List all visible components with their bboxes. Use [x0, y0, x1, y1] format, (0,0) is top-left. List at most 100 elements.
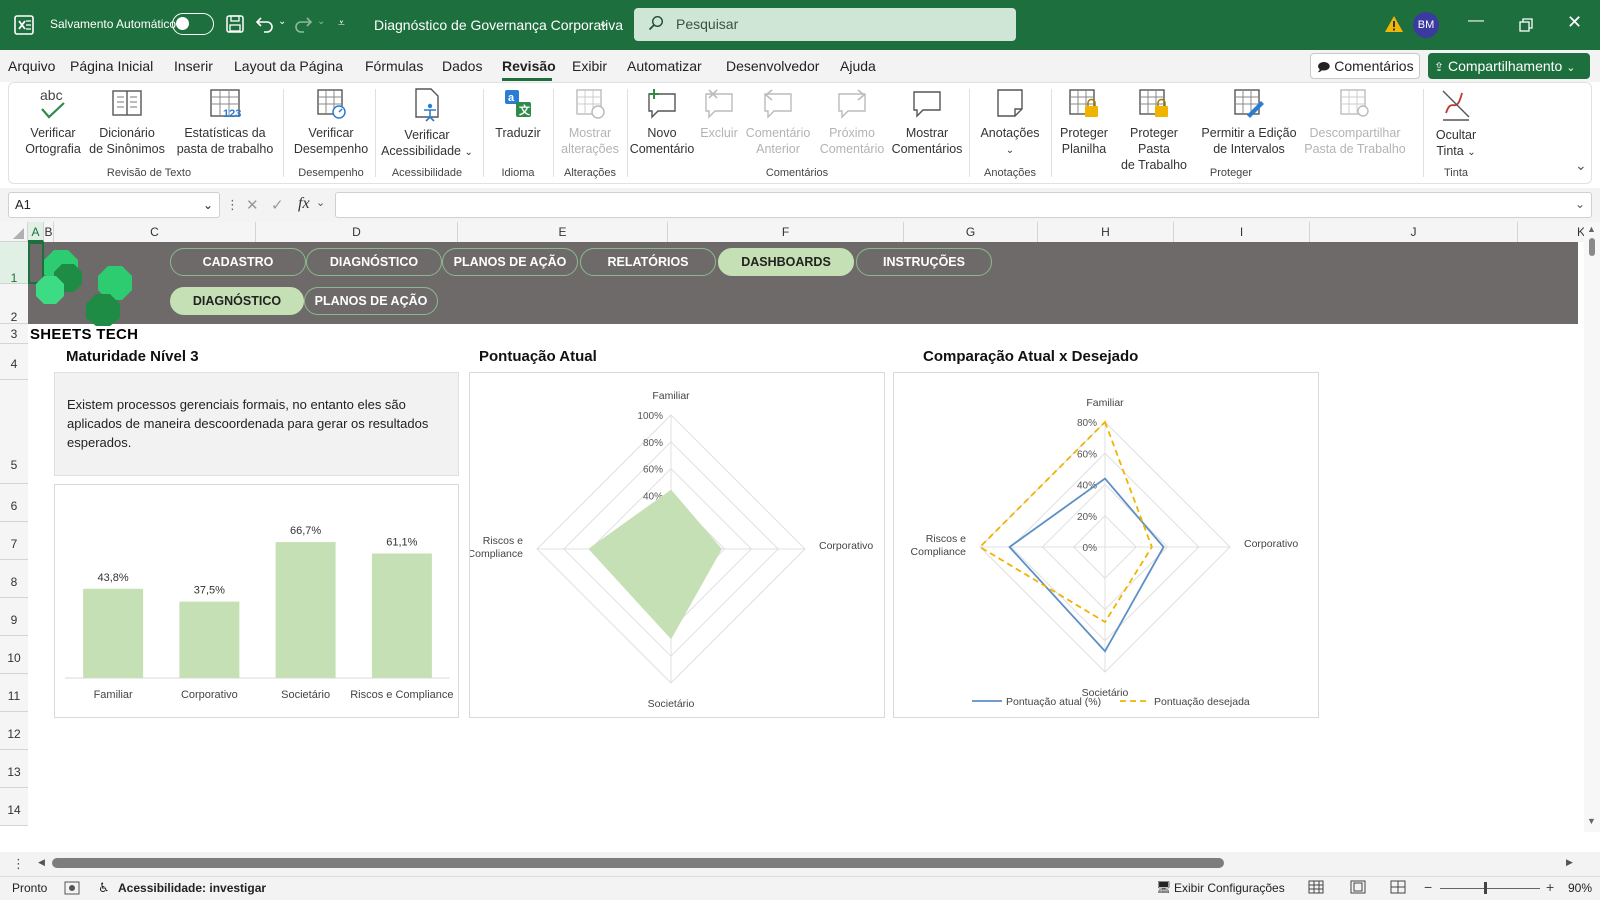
delete-comment-button[interactable]: Excluir — [697, 87, 741, 141]
name-box[interactable]: A1 ⌄ — [8, 192, 220, 218]
undo-dropdown-icon[interactable]: ⌄ — [278, 16, 286, 27]
formula-input[interactable]: ⌄ — [335, 192, 1592, 218]
column-header-b[interactable]: B — [44, 222, 54, 242]
page-break-view-icon[interactable] — [1390, 880, 1406, 897]
row-header-10[interactable]: 10 — [0, 636, 28, 674]
workbook-stats-button[interactable]: 123 Estatísticas da pasta de trabalho — [171, 87, 279, 157]
redo-dropdown-icon[interactable]: ⌄ — [317, 16, 325, 27]
accessibility-status[interactable]: Acessibilidade: investigar — [118, 881, 266, 895]
scroll-down-icon[interactable]: ▼ — [1587, 816, 1596, 826]
nav-dashboards-button[interactable]: DASHBOARDS — [718, 248, 854, 276]
row-header-3[interactable]: 3 — [0, 324, 28, 344]
avatar[interactable]: BM — [1413, 12, 1439, 38]
unshare-workbook-button[interactable]: Descompartilhar Pasta de Trabalho — [1303, 87, 1407, 157]
confirm-entry-icon[interactable]: ✓ — [271, 196, 284, 214]
zoom-slider-thumb[interactable] — [1484, 882, 1487, 894]
title-chevron-down-icon[interactable]: ⌄ — [598, 15, 609, 31]
zoom-level[interactable]: 90% — [1568, 881, 1592, 895]
close-icon[interactable]: ✕ — [1567, 12, 1582, 33]
document-title[interactable]: Diagnóstico de Governança Corporativa — [374, 17, 623, 33]
column-header-j[interactable]: J — [1310, 222, 1518, 242]
column-header-c[interactable]: C — [54, 222, 256, 242]
scroll-up-icon[interactable]: ▲ — [1587, 224, 1596, 234]
row-header-2[interactable]: 2 — [0, 284, 28, 324]
select-all-corner[interactable] — [0, 222, 28, 242]
column-header-k[interactable]: K — [1518, 222, 1588, 242]
zoom-slider[interactable] — [1440, 882, 1540, 894]
nav-instrucoes-button[interactable]: INSTRUÇÕES — [856, 248, 992, 276]
row-header-5[interactable]: 5 — [0, 380, 28, 484]
check-performance-button[interactable]: Verificar Desempenho — [289, 87, 373, 157]
warning-icon[interactable] — [1384, 15, 1404, 36]
vertical-scrollbar[interactable]: ▲ ▼ — [1584, 222, 1600, 832]
protect-workbook-button[interactable]: Proteger Pasta de Trabalho — [1113, 87, 1195, 173]
menu-arquivo[interactable]: Arquivo — [8, 58, 55, 74]
row-header-11[interactable]: 11 — [0, 674, 28, 712]
row-header-14[interactable]: 14 — [0, 788, 28, 826]
menu-automatizar[interactable]: Automatizar — [627, 58, 702, 74]
menu-desenvolvedor[interactable]: Desenvolvedor — [726, 58, 819, 74]
check-accessibility-button[interactable]: Verificar Acessibilidade ⌄ — [377, 87, 477, 161]
new-comment-button[interactable]: Novo Comentário — [629, 87, 695, 157]
subnav-planos-de-acao-button[interactable]: PLANOS DE AÇÃO — [304, 287, 438, 315]
translate-button[interactable]: a文 Traduzir — [489, 87, 547, 141]
column-header-e[interactable]: E — [458, 222, 668, 242]
column-header-g[interactable]: G — [904, 222, 1038, 242]
menu-revisao[interactable]: Revisão — [502, 58, 556, 74]
row-header-4[interactable]: 4 — [0, 344, 28, 380]
fx-chevron-down-icon[interactable]: ⌄ — [316, 196, 325, 209]
row-header-7[interactable]: 7 — [0, 522, 28, 560]
cancel-entry-icon[interactable]: ✕ — [246, 196, 259, 214]
column-header-i[interactable]: I — [1174, 222, 1310, 242]
menu-formulas[interactable]: Fórmulas — [365, 58, 423, 74]
column-header-d[interactable]: D — [256, 222, 458, 242]
zoom-in-icon[interactable]: + — [1546, 879, 1554, 895]
nav-relatorios-button[interactable]: RELATÓRIOS — [580, 248, 716, 276]
search-box[interactable]: Pesquisar — [634, 8, 1016, 41]
normal-view-icon[interactable] — [1308, 880, 1324, 897]
comments-button[interactable]: 🗩 Comentários — [1310, 53, 1420, 79]
thesaurus-button[interactable]: Dicionário de Sinônimos — [87, 87, 167, 157]
more-options-icon[interactable]: ⋮ — [226, 197, 239, 213]
accessibility-icon[interactable]: ♿ — [98, 880, 110, 896]
row-header-6[interactable]: 6 — [0, 484, 28, 522]
next-comment-button[interactable]: Próximo Comentário — [817, 87, 887, 157]
ribbon-collapse-chevron-icon[interactable]: ⌄ — [1575, 157, 1587, 174]
protect-sheet-button[interactable]: Proteger Planilha — [1055, 87, 1113, 157]
nav-cadastro-button[interactable]: CADASTRO — [170, 248, 306, 276]
menu-exibir[interactable]: Exibir — [572, 58, 607, 74]
customize-qat-icon[interactable]: ⩡ — [338, 16, 345, 31]
restore-icon[interactable] — [1519, 18, 1533, 35]
macro-record-icon[interactable] — [64, 880, 82, 899]
undo-icon[interactable] — [255, 14, 275, 37]
notes-button[interactable]: Anotações ⌄ — [973, 87, 1047, 159]
redo-icon[interactable] — [293, 14, 313, 37]
previous-comment-button[interactable]: Comentário Anterior — [743, 87, 813, 157]
column-header-a[interactable]: A — [28, 222, 44, 242]
show-comments-button[interactable]: Mostrar Comentários — [889, 87, 965, 157]
show-changes-button[interactable]: Mostrar alterações — [557, 87, 623, 157]
menu-pagina-inicial[interactable]: Página Inicial — [70, 58, 153, 74]
insert-function-icon[interactable]: fx — [298, 195, 310, 213]
display-settings-icon[interactable]: 🖥 — [1156, 880, 1171, 894]
menu-inserir[interactable]: Inserir — [174, 58, 213, 74]
subnav-diagnostico-button[interactable]: DIAGNÓSTICO — [170, 287, 304, 315]
row-header-9[interactable]: 9 — [0, 598, 28, 636]
menu-ajuda[interactable]: Ajuda — [840, 58, 876, 74]
page-layout-view-icon[interactable] — [1350, 880, 1366, 897]
row-header-8[interactable]: 8 — [0, 560, 28, 598]
allow-edit-ranges-button[interactable]: Permitir a Edição de Intervalos — [1199, 87, 1299, 157]
column-header-h[interactable]: H — [1038, 222, 1174, 242]
horizontal-scrollbar[interactable] — [52, 858, 1224, 868]
menu-dados[interactable]: Dados — [442, 58, 482, 74]
nav-diagnostico-button[interactable]: DIAGNÓSTICO — [306, 248, 442, 276]
row-header-1[interactable]: 1 — [0, 242, 28, 285]
menu-layout-da-pagina[interactable]: Layout da Página — [234, 58, 343, 74]
share-button[interactable]: ⇪ Compartilhamento ⌄ — [1428, 53, 1590, 79]
zoom-out-icon[interactable]: − — [1424, 879, 1432, 895]
display-settings[interactable]: Exibir Configurações — [1174, 881, 1285, 895]
row-header-13[interactable]: 13 — [0, 750, 28, 788]
nav-planos-de-acao-button[interactable]: PLANOS DE AÇÃO — [442, 248, 578, 276]
sheet-options-icon[interactable]: ⋮ — [12, 856, 25, 872]
hide-ink-button[interactable]: Ocultar Tinta ⌄ — [1427, 87, 1485, 161]
